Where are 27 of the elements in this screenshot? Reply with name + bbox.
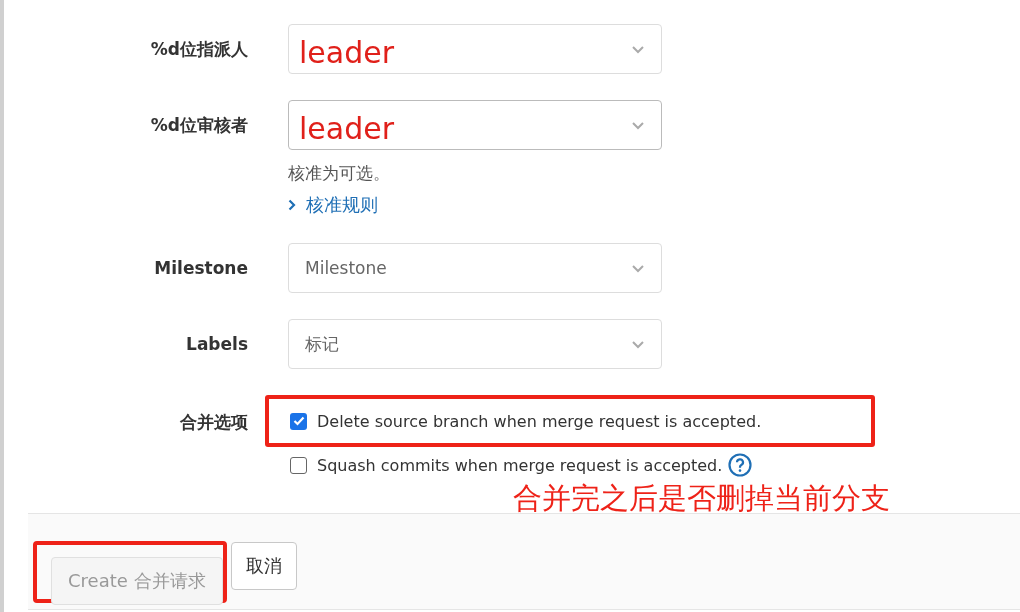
annotation-text: 合并完之后是否删掉当前分支: [513, 480, 890, 516]
field-label: 合并选项: [179, 411, 248, 434]
field-label: %d位指派人: [149, 38, 248, 61]
select-field[interactable]: leader: [288, 24, 662, 74]
field-label: Labels: [185, 333, 248, 356]
help-text: 核准为可选。: [288, 162, 391, 184]
select-placeholder: Milestone: [305, 258, 387, 278]
cancel-button[interactable]: 取消: [230, 541, 297, 590]
chevron-down-icon: [631, 339, 645, 349]
field-label: Milestone: [153, 257, 248, 280]
select-value: leader: [299, 33, 394, 70]
help-icon[interactable]: [728, 453, 753, 477]
chevron-down-icon: [631, 44, 645, 54]
checkbox[interactable]: [290, 456, 307, 474]
chevron-down-icon: [631, 120, 645, 130]
chevron-down-icon: [631, 263, 645, 273]
select-field[interactable]: 标记: [288, 319, 662, 369]
select-value: leader: [299, 109, 394, 146]
option-label: Delete source branch when merge request is accepted.: [317, 411, 762, 431]
select-field[interactable]: leader: [288, 100, 662, 150]
chevron-right-icon: [288, 199, 296, 211]
select-placeholder: 标记: [305, 332, 339, 356]
field-label: %d位审核者: [149, 114, 248, 137]
checkbox[interactable]: [290, 412, 307, 430]
approval-rules-link[interactable]: 核准规则: [288, 193, 378, 217]
option-label: Squash commits when merge request is accepted.: [317, 455, 723, 475]
select-field[interactable]: Milestone: [288, 243, 662, 293]
